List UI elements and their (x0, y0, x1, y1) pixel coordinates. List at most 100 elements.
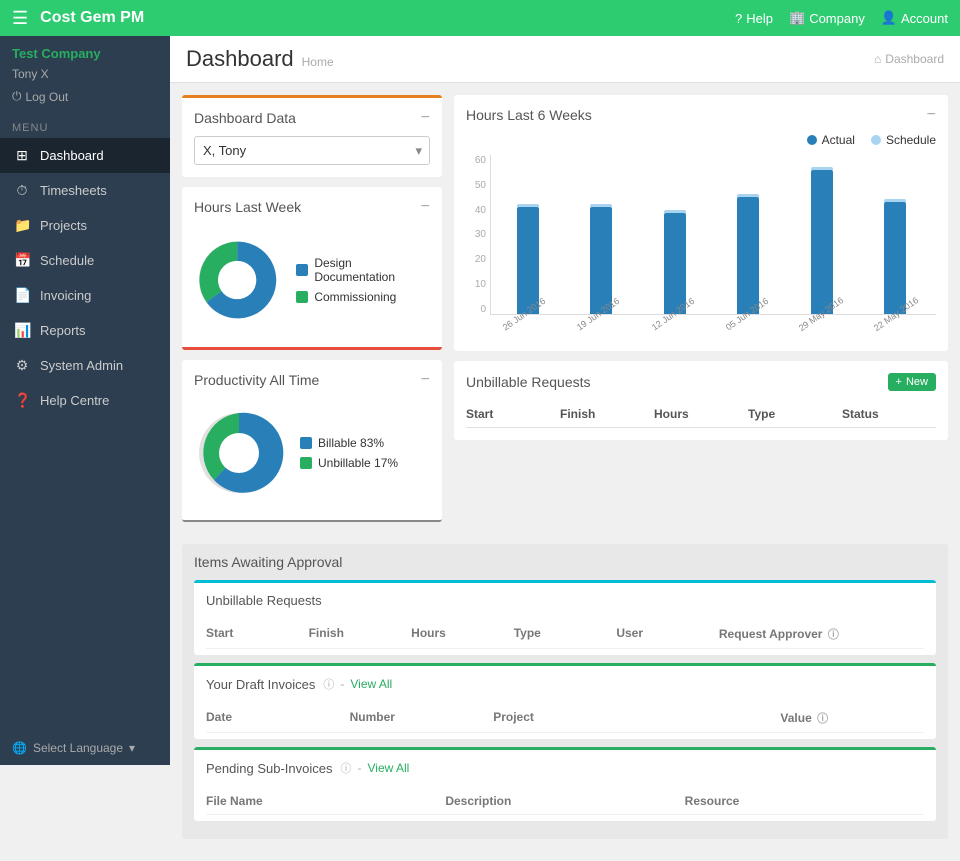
hours-6weeks-card: Hours Last 6 Weeks − Actual Schedule (454, 95, 948, 351)
sidebar-item-dashboard[interactable]: ⊞ Dashboard (0, 138, 170, 173)
billable-color (300, 437, 312, 449)
bar-chart-legend: Actual Schedule (466, 133, 936, 147)
timesheets-icon: ⏱ (14, 182, 30, 199)
page-title: Dashboard (186, 46, 294, 72)
col-date: Date (206, 710, 350, 726)
page-header-right: ⌂ Dashboard (874, 52, 944, 66)
main-content: Dashboard Home ⌂ Dashboard Dashboard Dat… (170, 36, 960, 861)
company-icon: 🏢 (789, 10, 805, 26)
draft-invoices-table: Date Number Project Value ⓘ (194, 698, 936, 739)
sidebar-item-sysadmin[interactable]: ⚙ System Admin (0, 348, 170, 383)
approver-info-icon[interactable]: ⓘ (828, 629, 839, 641)
hours-last-week-pie-section: Design Documentation Commissioning (194, 225, 430, 335)
design-doc-color (296, 264, 308, 276)
draft-invoices-cols: Date Number Project Value ⓘ (206, 704, 924, 733)
sidebar-item-helpcentre[interactable]: ❓ Help Centre (0, 383, 170, 418)
actual-bar-2 (590, 207, 612, 314)
col-user: User (616, 626, 719, 642)
unbillable-title: Unbillable Requests (466, 374, 591, 390)
sidebar-item-timesheets[interactable]: ⏱ Timesheets (0, 173, 170, 208)
hours-last-week-legend: Design Documentation Commissioning (296, 256, 430, 304)
pending-sub-header-row: Pending Sub-Invoices ⓘ - View All (206, 760, 924, 776)
company-link[interactable]: 🏢 Company (789, 10, 865, 26)
plus-icon: + (896, 376, 902, 388)
draft-invoices-header: Your Draft Invoices ⓘ - View All (194, 663, 936, 698)
sidebar-menu-label: MENU (0, 114, 170, 138)
hours-6weeks-minimize[interactable]: − (927, 107, 936, 123)
sidebar-item-reports[interactable]: 📊 Reports (0, 313, 170, 348)
account-icon: 👤 (881, 10, 897, 26)
bars-container (490, 155, 936, 315)
dashboard-left-col: Dashboard Data − X, Tony Hours Last Week… (182, 95, 442, 532)
dashboard-data-title: Dashboard Data (194, 110, 296, 126)
schedule-dot (871, 135, 881, 145)
hours-6weeks-title: Hours Last 6 Weeks (466, 107, 592, 123)
pending-sub-table: File Name Description Resource (194, 782, 936, 821)
col-request-approver: Request Approver ⓘ (719, 626, 924, 642)
col-finish: Finish (560, 407, 654, 421)
hamburger-icon[interactable]: ☰ (12, 8, 28, 29)
hours-last-week-header: Hours Last Week − (194, 199, 430, 215)
breadcrumb: Home (302, 55, 334, 69)
legend-design-doc: Design Documentation (296, 256, 430, 284)
productivity-pie-section: Billable 83% Unbillable 17% (194, 398, 430, 508)
productivity-title: Productivity All Time (194, 372, 319, 388)
page-header: Dashboard Home ⌂ Dashboard (170, 36, 960, 83)
unbillable-color (300, 457, 312, 469)
logout-button[interactable]: ⏻ Log Out (0, 85, 170, 114)
dashboard-top: Dashboard Data − X, Tony Hours Last Week… (182, 95, 948, 532)
dashboard-data-minimize[interactable]: − (421, 110, 430, 126)
invoicing-icon: 📄 (14, 287, 30, 304)
awaiting-unbillable-section: Unbillable Requests Start Finish Hours T… (194, 580, 936, 655)
top-nav: ☰ Cost Gem PM ? Help 🏢 Company 👤 Account (0, 0, 960, 36)
awaiting-section: Items Awaiting Approval Unbillable Reque… (182, 544, 948, 839)
sidebar-item-schedule[interactable]: 📅 Schedule (0, 243, 170, 278)
new-unbillable-button[interactable]: + New (888, 373, 936, 391)
dashboard-data-header: Dashboard Data − (194, 110, 430, 126)
account-link[interactable]: 👤 Account (881, 10, 948, 26)
pending-view-all-link[interactable]: View All (367, 761, 409, 775)
hours-6weeks-header: Hours Last 6 Weeks − (466, 107, 936, 123)
y-axis: 60 50 40 30 20 10 0 (466, 155, 490, 315)
productivity-pie-chart (194, 408, 284, 498)
pending-sub-invoices-section: Pending Sub-Invoices ⓘ - View All File N… (194, 747, 936, 821)
user-select[interactable]: X, Tony (194, 136, 430, 165)
hours-last-week-minimize[interactable]: − (421, 199, 430, 215)
dashboard-right-col: Hours Last 6 Weeks − Actual Schedule (454, 95, 948, 532)
sidebar: Test Company Tony X ⏻ Log Out MENU ⊞ Das… (0, 36, 170, 765)
unbillable-table-header: Start Finish Hours Type Status (466, 401, 936, 428)
pending-info-icon[interactable]: ⓘ (340, 760, 351, 776)
unbillable-requests-card: Unbillable Requests + New Start Finish H… (454, 361, 948, 440)
helpcentre-icon: ❓ (14, 392, 30, 409)
user-select-wrapper[interactable]: X, Tony (194, 136, 430, 165)
col-value: Value ⓘ (780, 710, 924, 726)
actual-bar-6 (884, 202, 906, 314)
hours-last-week-title: Hours Last Week (194, 199, 301, 215)
value-info-icon[interactable]: ⓘ (817, 713, 828, 725)
actual-dot (807, 135, 817, 145)
language-selector[interactable]: 🌐 Select Language ▾ (0, 731, 170, 765)
productivity-minimize[interactable]: − (421, 372, 430, 388)
productivity-header: Productivity All Time − (194, 372, 430, 388)
top-nav-left: ☰ Cost Gem PM (12, 8, 144, 29)
sidebar-item-projects[interactable]: 📁 Projects (0, 208, 170, 243)
unbillable-header: Unbillable Requests + New (466, 373, 936, 391)
help-link[interactable]: ? Help (735, 11, 773, 26)
logout-icon: ⏻ (12, 89, 22, 104)
actual-bar-5 (811, 170, 833, 314)
sidebar-item-invoicing[interactable]: 📄 Invoicing (0, 278, 170, 313)
dashboard-icon: ⊞ (14, 147, 30, 164)
col-type: Type (748, 407, 842, 421)
draft-invoices-section: Your Draft Invoices ⓘ - View All Date Nu… (194, 663, 936, 739)
awaiting-unbillable-table: Start Finish Hours Type User Request App… (194, 614, 936, 655)
col-project: Project (493, 710, 780, 726)
pending-sub-cols: File Name Description Resource (206, 788, 924, 815)
draft-info-icon[interactable]: ⓘ (323, 676, 334, 692)
col-finish: Finish (309, 626, 412, 642)
legend-unbillable: Unbillable 17% (300, 456, 398, 470)
hours-last-week-card: Hours Last Week − (182, 187, 442, 350)
col-start: Start (206, 626, 309, 642)
draft-view-all-link[interactable]: View All (350, 677, 392, 691)
productivity-card: Productivity All Time − (182, 360, 442, 522)
actual-bar-1 (517, 207, 539, 314)
